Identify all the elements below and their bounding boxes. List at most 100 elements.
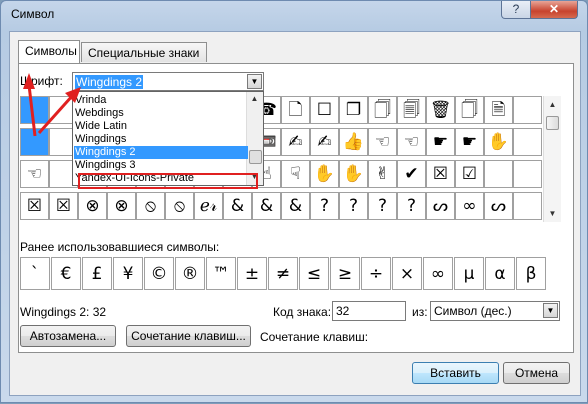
recent-symbols-label: Ранее использовавшиеся символы: [20, 240, 220, 254]
symbol-cell[interactable]: ❐ [339, 96, 368, 124]
symbol-cell[interactable]: ☛ [455, 128, 484, 156]
symbol-cell[interactable]: 🗎 [484, 96, 513, 124]
dropdown-scrollbar[interactable]: ▲ ▼ [246, 92, 263, 185]
recent-symbol-cell[interactable]: ÷ [361, 257, 391, 290]
recent-symbol-cell[interactable]: α [485, 257, 515, 290]
symbol-cell[interactable] [20, 96, 49, 124]
help-button[interactable]: ? [501, 1, 531, 19]
recent-symbol-cell[interactable]: £ [82, 257, 112, 290]
symbol-cell[interactable] [484, 160, 513, 188]
font-option[interactable]: Webdings [75, 107, 124, 120]
highlight-box [78, 173, 258, 189]
symbol-cell[interactable]: ⦸ [165, 192, 194, 220]
symbol-cell[interactable]: ✍ [281, 128, 310, 156]
recent-symbol-cell[interactable]: ∞ [423, 257, 453, 290]
font-option[interactable]: Wide Latin [75, 120, 127, 133]
recent-symbol-cell[interactable]: β [516, 257, 546, 290]
symbol-cell[interactable]: ☜ [20, 160, 49, 188]
shortcut-key-button[interactable]: Сочетание клавиш... [126, 325, 251, 347]
recent-symbol-cell[interactable]: µ [454, 257, 484, 290]
recent-symbol-cell[interactable]: ® [175, 257, 205, 290]
from-select-value: Символ (дес.) [434, 304, 512, 318]
symbol-cell[interactable]: ☟ [281, 160, 310, 188]
symbol-cell[interactable] [20, 128, 49, 156]
recent-symbol-cell[interactable]: ≠ [268, 257, 298, 290]
symbol-cell[interactable]: ? [339, 192, 368, 220]
symbol-cell[interactable]: ✋ [310, 160, 339, 188]
close-button[interactable]: ✕ [530, 1, 578, 19]
from-select[interactable]: Символ (дес.) ▼ [430, 301, 560, 321]
symbol-cell[interactable]: ☛ [426, 128, 455, 156]
font-option[interactable]: Wingdings 2 [74, 146, 248, 159]
recent-symbol-cell[interactable]: ™ [206, 257, 236, 290]
symbol-cell[interactable]: ✍ [310, 128, 339, 156]
autocorrect-button[interactable]: Автозамена... [20, 325, 116, 347]
recent-symbol-cell[interactable]: ¥ [113, 257, 143, 290]
symbol-cell[interactable]: ? [397, 192, 426, 220]
symbol-cell[interactable]: ✋ [484, 128, 513, 156]
symbol-cell[interactable]: ? [310, 192, 339, 220]
symbol-cell[interactable]: ☜ [397, 128, 426, 156]
font-label: Шрифт: [20, 74, 63, 88]
symbol-cell[interactable]: ☑ [455, 160, 484, 188]
tab-symbols[interactable]: Символы [18, 40, 80, 63]
symbol-cell[interactable]: ☒ [426, 160, 455, 188]
symbol-cell[interactable] [513, 160, 542, 188]
symbol-cell[interactable]: ☒ [20, 192, 49, 220]
symbol-cell[interactable]: ᔕ [484, 192, 513, 220]
scroll-down-icon[interactable]: ▼ [544, 205, 561, 222]
symbol-cell[interactable]: 🗑 [426, 96, 455, 124]
scroll-up-icon[interactable]: ▲ [247, 92, 262, 106]
recent-symbol-cell[interactable]: × [392, 257, 422, 290]
symbol-grid-scrollbar[interactable]: ▲ ▼ [543, 96, 561, 222]
char-code-input[interactable]: 32 [332, 301, 406, 321]
symbol-cell[interactable]: ⦸ [136, 192, 165, 220]
recent-symbol-cell[interactable]: ≥ [330, 257, 360, 290]
symbol-cell[interactable] [513, 192, 542, 220]
recent-symbol-cell[interactable]: ± [237, 257, 267, 290]
symbol-cell[interactable]: ✋ [339, 160, 368, 188]
tab-special-characters[interactable]: Специальные знаки [81, 42, 207, 62]
chevron-down-icon[interactable]: ▼ [543, 303, 558, 318]
chevron-down-icon[interactable]: ▼ [247, 74, 262, 89]
scroll-thumb[interactable] [546, 116, 559, 130]
shortcut-key-label: Сочетание клавиш: [260, 330, 369, 344]
symbol-cell[interactable]: ✔ [397, 160, 426, 188]
symbol-cell[interactable]: ᔕ [426, 192, 455, 220]
char-code-label: Код знака: [273, 305, 332, 319]
symbol-cell[interactable] [513, 128, 542, 156]
symbol-cell[interactable]: ? [368, 192, 397, 220]
insert-button[interactable]: Вставить [412, 362, 499, 384]
symbol-cell[interactable]: ☜ [368, 128, 397, 156]
font-combobox-value: Wingdings 2 [75, 75, 144, 89]
symbol-cell[interactable]: 👍 [339, 128, 368, 156]
recent-symbol-cell[interactable]: ≤ [299, 257, 329, 290]
symbol-cell[interactable]: 🗍 [368, 96, 397, 124]
symbol-cell[interactable]: & [252, 192, 281, 220]
symbol-cell[interactable]: ∞ [455, 192, 484, 220]
recent-symbol-cell[interactable]: © [144, 257, 174, 290]
recent-symbol-cell[interactable]: ` [20, 257, 50, 290]
symbol-cell[interactable]: ⊗ [78, 192, 107, 220]
symbol-cell[interactable]: ☒ [49, 192, 78, 220]
font-option[interactable]: Vrinda [75, 94, 106, 107]
scroll-up-icon[interactable]: ▲ [544, 96, 561, 113]
font-option[interactable]: Wingdings 3 [75, 159, 136, 172]
symbol-cell[interactable]: ✌ [368, 160, 397, 188]
font-option[interactable]: Wingdings [75, 133, 126, 146]
symbol-cell[interactable]: 🗍 [455, 96, 484, 124]
symbol-cell[interactable]: ⊗ [107, 192, 136, 220]
symbol-cell[interactable]: 🗐 [397, 96, 426, 124]
symbol-cell[interactable] [513, 96, 542, 124]
recent-symbol-cell[interactable]: € [51, 257, 81, 290]
recent-symbols-row: ` € £ ¥ © ® ™ ± ≠ ≤ ≥ ÷ × ∞ µ α β [20, 257, 546, 291]
symbol-cell[interactable]: & [281, 192, 310, 220]
font-combobox[interactable]: Wingdings 2 ▼ [72, 72, 264, 91]
symbol-cell[interactable]: & [223, 192, 252, 220]
symbol-cell[interactable]: ℯ𝓇 [194, 192, 223, 220]
dropdown-scroll-thumb[interactable] [249, 150, 262, 164]
symbol-cell[interactable]: 🗋 [281, 96, 310, 124]
cancel-button[interactable]: Отмена [503, 362, 570, 384]
symbol-cell[interactable]: ☐ [310, 96, 339, 124]
symbol-dialog: Символ ? ✕ Символы Специальные знаки Шри… [0, 0, 588, 403]
